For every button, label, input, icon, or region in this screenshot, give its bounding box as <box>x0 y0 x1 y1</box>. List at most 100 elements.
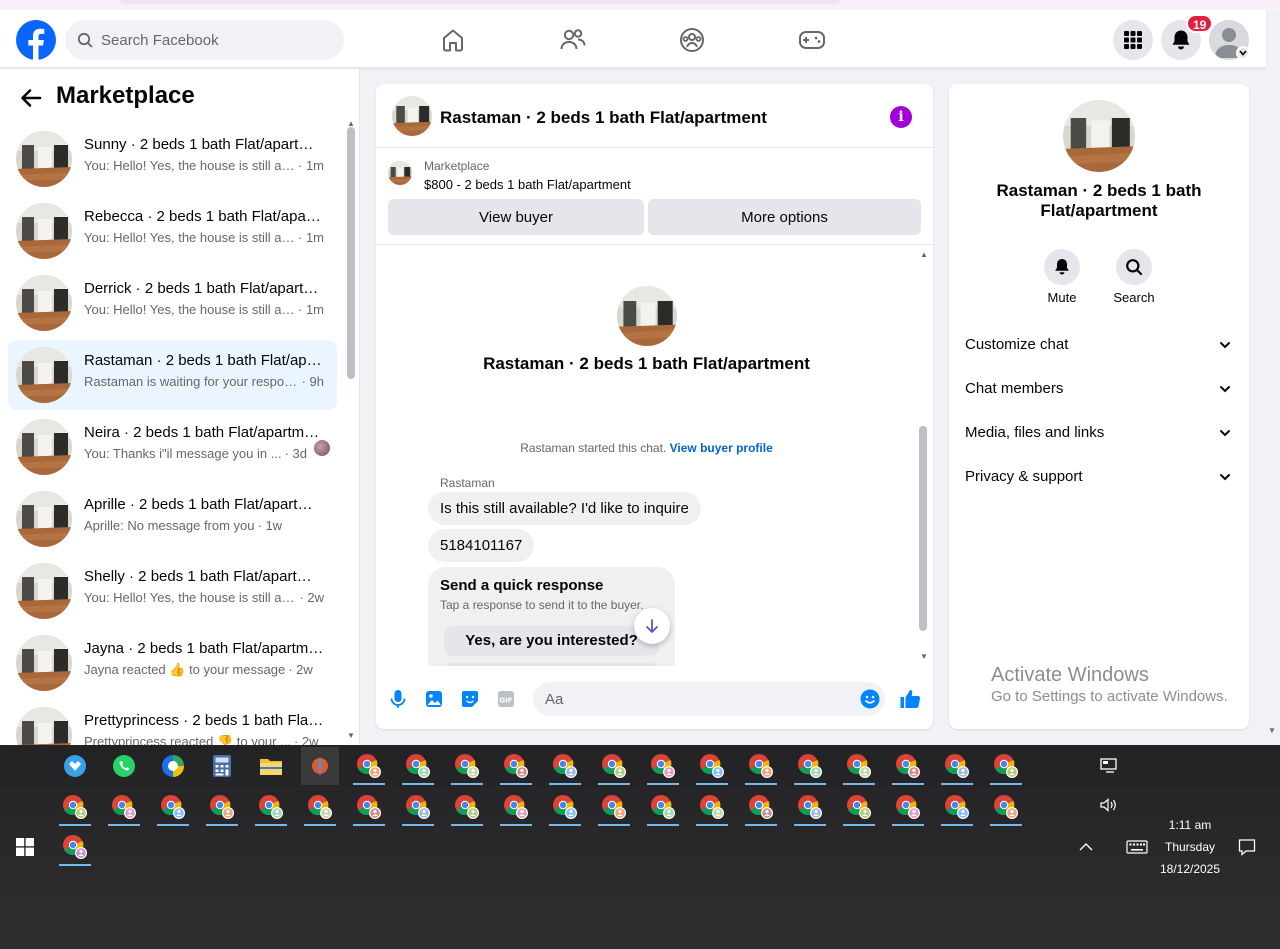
calculator-icon[interactable] <box>203 747 241 785</box>
message-input[interactable] <box>545 690 845 708</box>
scroll-down-arrow-icon[interactable]: ▼ <box>347 731 355 740</box>
chevron-down-icon[interactable] <box>1219 339 1231 351</box>
chrome-profile-icon[interactable] <box>791 788 829 826</box>
chat-avatar[interactable] <box>392 96 432 136</box>
chrome-profile-icon[interactable] <box>399 788 437 826</box>
chevron-down-icon[interactable] <box>1219 383 1231 395</box>
details-section[interactable]: Privacy & support <box>949 456 1249 500</box>
conversation-item[interactable]: Rebecca · 2 beds 1 bath Flat/apartment Yo… <box>8 196 337 266</box>
conversation-item[interactable]: Aprille · 2 beds 1 bath Flat/apartment Ap… <box>8 484 337 554</box>
chrome-profile-icon[interactable] <box>693 788 731 826</box>
conversation-item[interactable]: Prettyprincess · 2 beds 1 bath Flat/apar… <box>8 700 337 745</box>
account-chevron-down-icon[interactable] <box>1236 46 1250 60</box>
chrome-profile-icon[interactable] <box>987 788 1025 826</box>
chrome-profile-icon[interactable] <box>644 788 682 826</box>
buyer-avatar-large[interactable] <box>617 286 677 346</box>
menu-grid-icon[interactable] <box>1113 20 1153 60</box>
details-section[interactable]: Chat members <box>949 368 1249 412</box>
chrome-profile-icon[interactable] <box>742 788 780 826</box>
view-buyer-button[interactable]: View buyer <box>388 199 644 235</box>
view-buyer-profile-link[interactable]: View buyer profile <box>670 441 773 455</box>
sticker-icon[interactable] <box>458 687 482 711</box>
facebook-logo-icon[interactable] <box>16 20 56 60</box>
ninja-icon[interactable] <box>56 747 94 785</box>
chrome-profile-icon[interactable] <box>252 788 290 826</box>
chrome-profile-icon[interactable] <box>742 747 780 785</box>
conversation-item[interactable]: Sunny · 2 beds 1 bath Flat/apartment You:… <box>8 124 337 194</box>
chrome-profile-icon[interactable] <box>56 788 94 826</box>
chrome-profile-icon[interactable] <box>644 747 682 785</box>
chrome-profile-icon[interactable] <box>693 747 731 785</box>
chrome-profile-icon[interactable] <box>987 747 1025 785</box>
search-action[interactable]: Search <box>1104 249 1164 305</box>
search-icon[interactable] <box>1116 249 1152 285</box>
message-bubble[interactable]: Is this still available? I'd like to inq… <box>428 492 701 525</box>
notification-center-icon[interactable] <box>1228 828 1266 866</box>
chrome-profile-icon[interactable] <box>154 788 192 826</box>
details-avatar[interactable] <box>1063 100 1135 172</box>
listing-price[interactable]: $800 - 2 beds 1 bath Flat/apartment <box>424 177 631 192</box>
friends-icon[interactable] <box>555 22 591 58</box>
thread-scroll-down-icon[interactable]: ▼ <box>920 652 928 661</box>
clock-time[interactable]: 1:11 am <box>1150 818 1230 832</box>
gif-icon[interactable]: GIF <box>494 687 518 711</box>
thread-scrollbar[interactable] <box>919 426 927 631</box>
search-bar[interactable] <box>65 20 344 60</box>
chrome-profile-icon[interactable] <box>301 788 339 826</box>
windows-start-icon[interactable] <box>6 828 44 866</box>
mute-action[interactable]: Mute <box>1032 249 1092 305</box>
scroll-to-bottom-icon[interactable] <box>634 608 670 644</box>
chrome-profile-icon[interactable] <box>546 788 584 826</box>
gaming-icon[interactable] <box>794 22 830 58</box>
conversation-item[interactable]: Rastaman · 2 beds 1 bath Flat/apartment R… <box>8 340 337 410</box>
chrome-profile-icon[interactable] <box>595 747 633 785</box>
chrome-profile-icon[interactable] <box>399 747 437 785</box>
chrome-profile-icon[interactable] <box>595 788 633 826</box>
conversation-item[interactable]: Neira · 2 beds 1 bath Flat/apartment You:… <box>8 412 337 482</box>
like-thumb-icon[interactable] <box>898 687 922 711</box>
chrome-profile-icon[interactable] <box>938 788 976 826</box>
photo-icon[interactable] <box>422 687 446 711</box>
thread-scroll-up-icon[interactable]: ▲ <box>920 250 928 259</box>
bell-icon[interactable] <box>1044 249 1080 285</box>
clock-day[interactable]: Thursday <box>1150 840 1230 854</box>
conversation-item[interactable]: Jayna · 2 beds 1 bath Flat/apartment Jayn… <box>8 628 337 698</box>
chevron-down-icon[interactable] <box>1219 471 1231 483</box>
chrome-profile-icon[interactable] <box>889 747 927 785</box>
chevron-up-icon[interactable] <box>1067 828 1105 866</box>
chrome-profile-icon[interactable] <box>105 788 143 826</box>
chrome-profile-icon[interactable] <box>938 747 976 785</box>
search-input[interactable] <box>101 31 321 49</box>
message-bubble[interactable]: 5184101167 <box>428 529 535 562</box>
file-explorer-icon[interactable] <box>252 747 290 785</box>
back-arrow-icon[interactable] <box>18 85 44 111</box>
chrome-profile-icon[interactable] <box>203 788 241 826</box>
volume-icon[interactable] <box>1090 786 1128 824</box>
chrome-profile-icon[interactable] <box>546 747 584 785</box>
snipping-tool-icon[interactable] <box>301 747 339 785</box>
chrome-profile-icon[interactable] <box>497 788 535 826</box>
more-options-button[interactable]: More options <box>648 199 921 235</box>
microphone-icon[interactable] <box>386 687 410 711</box>
chrome-profile-icon[interactable] <box>497 747 535 785</box>
chrome-profile-icon[interactable] <box>840 747 878 785</box>
info-icon[interactable]: i <box>890 106 912 128</box>
page-scroll-down-icon[interactable]: ▼ <box>1268 726 1276 735</box>
chat-title[interactable]: Rastaman · 2 beds 1 bath Flat/apartment <box>440 108 767 128</box>
home-icon[interactable] <box>435 22 471 58</box>
quick-response-option[interactable]: Yes, are you interested? <box>444 626 659 656</box>
quick-response-option[interactable] <box>444 663 659 666</box>
chrome-profile-icon[interactable] <box>350 747 388 785</box>
chrome-profile-icon[interactable] <box>889 788 927 826</box>
chrome-profile-icon[interactable] <box>448 747 486 785</box>
chrome-profile-icon[interactable] <box>350 788 388 826</box>
emoji-icon[interactable] <box>860 689 880 709</box>
message-input-box[interactable] <box>533 682 885 716</box>
conversation-item[interactable]: Shelly · 2 beds 1 bath Flat/apartment You… <box>8 556 337 626</box>
whatsapp-icon[interactable] <box>105 747 143 785</box>
details-section[interactable]: Customize chat <box>949 324 1249 368</box>
chrome-profile-icon[interactable] <box>840 788 878 826</box>
chrome-profile-icon[interactable] <box>56 828 94 866</box>
conversation-item[interactable]: Derrick · 2 beds 1 bath Flat/apartment Yo… <box>8 268 337 338</box>
google-maps-icon[interactable] <box>154 747 192 785</box>
